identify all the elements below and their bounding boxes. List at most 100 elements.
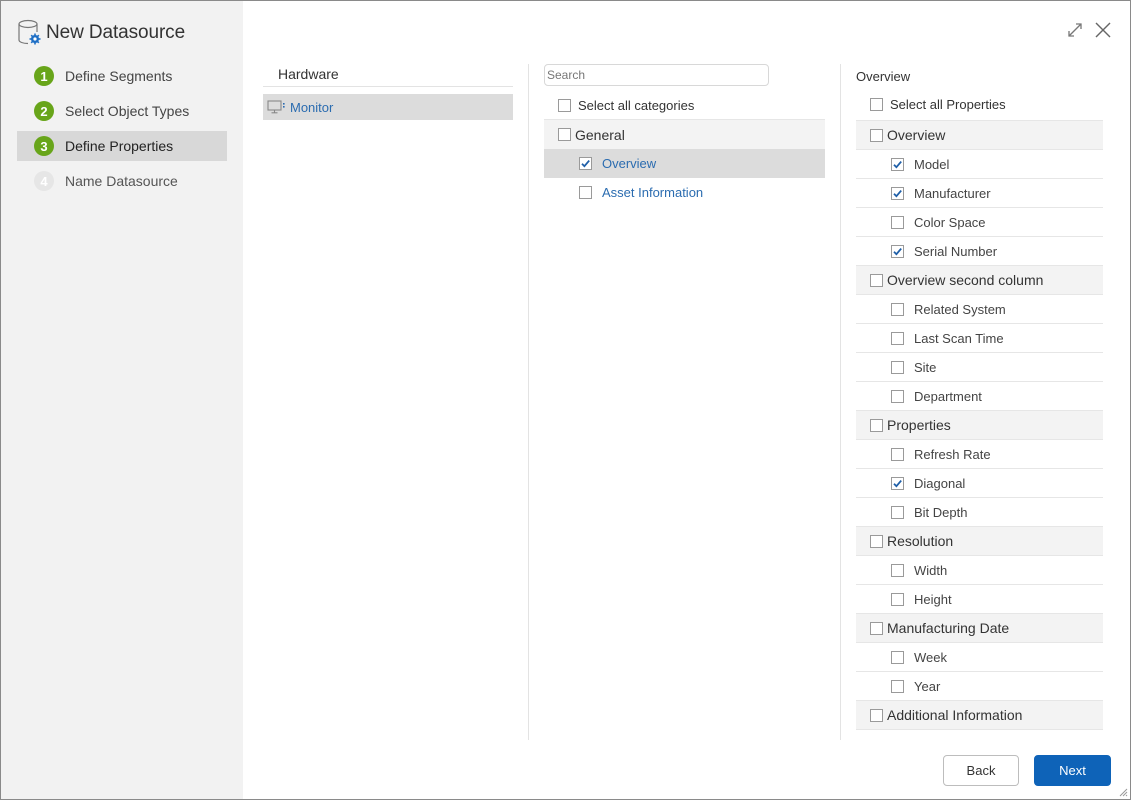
property-item-label: Serial Number: [914, 243, 998, 259]
property-item[interactable]: Diagonal: [856, 469, 1103, 498]
property-item[interactable]: Serial Number: [856, 237, 1103, 266]
checkbox[interactable]: [891, 331, 904, 345]
property-item-label: Bit Depth: [914, 504, 968, 520]
step-define-segments[interactable]: 1 Define Segments: [17, 61, 227, 91]
category-item-label: Overview: [602, 156, 657, 171]
checkbox[interactable]: [891, 447, 904, 461]
checkmark-icon: [581, 160, 590, 168]
property-group[interactable]: Additional Information: [856, 701, 1103, 730]
checkbox[interactable]: [870, 128, 883, 142]
checkbox[interactable]: [870, 708, 883, 722]
property-item[interactable]: Department: [856, 382, 1103, 411]
property-group-label: Overview: [887, 127, 946, 143]
checkbox[interactable]: [870, 534, 883, 548]
property-list: Overview Model Manufacturer Color Space Seri…: [856, 121, 1103, 730]
step-label: Define Properties: [65, 138, 174, 154]
column-divider: [528, 64, 529, 740]
category-item-overview[interactable]: Overview: [544, 149, 825, 178]
checkbox[interactable]: [870, 273, 883, 287]
close-icon[interactable]: [1094, 21, 1112, 39]
column-divider: [840, 64, 841, 740]
checkbox[interactable]: [891, 360, 904, 374]
object-type-item-monitor[interactable]: Monitor: [263, 94, 513, 120]
checkbox[interactable]: [891, 302, 904, 316]
checkbox[interactable]: [891, 679, 904, 693]
property-item-label: Color Space: [914, 214, 986, 230]
property-group-label: Properties: [887, 417, 951, 433]
window-controls: [1066, 21, 1112, 39]
checkbox[interactable]: [891, 563, 904, 577]
property-item[interactable]: Color Space: [856, 208, 1103, 237]
property-item[interactable]: Width: [856, 556, 1103, 585]
properties-header: Overview: [856, 68, 911, 84]
categories-panel: Select all categories General Overview A…: [544, 64, 825, 207]
resize-grip-icon[interactable]: [1118, 787, 1128, 797]
checkbox[interactable]: [891, 389, 904, 403]
expand-icon[interactable]: [1066, 21, 1084, 39]
next-button[interactable]: Next: [1034, 755, 1111, 786]
property-group-label: Overview second column: [887, 272, 1044, 288]
checkbox[interactable]: [891, 650, 904, 664]
checkbox[interactable]: [558, 99, 571, 112]
property-group-label: Manufacturing Date: [887, 620, 1010, 636]
checkbox[interactable]: [891, 215, 904, 229]
checkbox[interactable]: [891, 186, 904, 200]
property-item[interactable]: Week: [856, 643, 1103, 672]
property-group[interactable]: Resolution: [856, 527, 1103, 556]
step-label: Name Datasource: [65, 173, 178, 189]
property-item[interactable]: Related System: [856, 295, 1103, 324]
checkbox[interactable]: [870, 621, 883, 635]
property-item[interactable]: Manufacturer: [856, 179, 1103, 208]
checkbox[interactable]: [558, 128, 571, 141]
new-datasource-dialog: New Datasource 1 Define Segments 2 Selec…: [0, 0, 1131, 800]
object-types-header: Hardware: [263, 61, 513, 87]
select-all-categories-label: Select all categories: [578, 98, 695, 113]
wizard-sidebar: New Datasource 1 Define Segments 2 Selec…: [1, 1, 243, 799]
select-all-properties-label: Select all Properties: [890, 96, 1006, 112]
property-item-label: Related System: [914, 301, 1006, 317]
checkbox[interactable]: [870, 97, 883, 111]
select-all-categories[interactable]: Select all categories: [544, 92, 825, 120]
property-item-label: Last Scan Time: [914, 330, 1004, 346]
step-label: Define Segments: [65, 68, 173, 84]
checkbox[interactable]: [891, 244, 904, 258]
checkbox[interactable]: [579, 157, 592, 170]
property-item[interactable]: Bit Depth: [856, 498, 1103, 527]
property-item[interactable]: Last Scan Time: [856, 324, 1103, 353]
step-select-object-types[interactable]: 2 Select Object Types: [17, 96, 227, 126]
dialog-title-text: New Datasource: [46, 22, 186, 43]
property-item-label: Width: [914, 562, 948, 578]
property-group[interactable]: Properties: [856, 411, 1103, 440]
property-item-label: Manufacturer: [914, 185, 991, 201]
category-item-asset-information[interactable]: Asset Information: [544, 178, 825, 207]
category-search-input[interactable]: [544, 64, 769, 86]
property-group[interactable]: Overview second column: [856, 266, 1103, 295]
property-item-label: Height: [914, 591, 952, 607]
step-number: 1: [34, 66, 54, 86]
checkbox[interactable]: [891, 505, 904, 519]
checkmark-icon: [893, 160, 902, 169]
property-item[interactable]: Height: [856, 585, 1103, 614]
property-item-label: Refresh Rate: [914, 446, 991, 462]
object-type-label: Monitor: [290, 99, 334, 115]
property-item[interactable]: Refresh Rate: [856, 440, 1103, 469]
checkbox[interactable]: [579, 186, 592, 199]
checkbox[interactable]: [891, 592, 904, 606]
property-item[interactable]: Year: [856, 672, 1103, 701]
checkbox[interactable]: [891, 157, 904, 171]
category-group-general[interactable]: General: [544, 120, 825, 149]
property-group[interactable]: Overview: [856, 121, 1103, 150]
property-item-label: Site: [914, 359, 937, 375]
select-all-properties[interactable]: Select all Properties: [856, 88, 1103, 121]
property-item[interactable]: Model: [856, 150, 1103, 179]
property-item[interactable]: Site: [856, 353, 1103, 382]
step-number: 3: [34, 136, 54, 156]
checkbox[interactable]: [891, 476, 904, 490]
property-group[interactable]: Manufacturing Date: [856, 614, 1103, 643]
back-button[interactable]: Back: [943, 755, 1019, 786]
step-define-properties[interactable]: 3 Define Properties: [17, 131, 227, 161]
checkbox[interactable]: [870, 418, 883, 432]
checkmark-icon: [893, 479, 902, 488]
property-item-label: Week: [914, 649, 947, 665]
monitor-icon: [267, 100, 285, 114]
